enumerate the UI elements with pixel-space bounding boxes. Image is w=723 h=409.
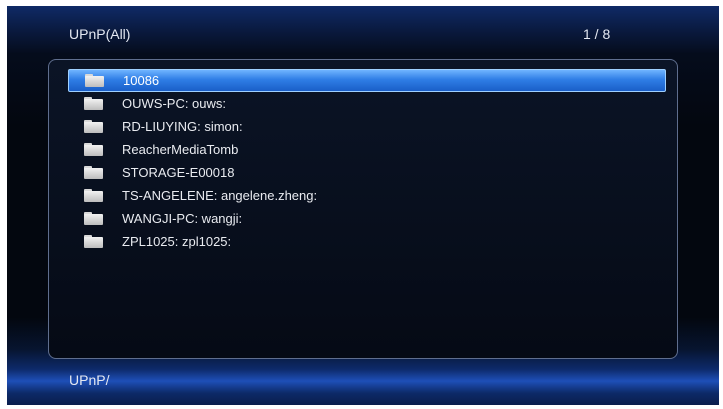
list-item-label: WANGJI-PC: wangji: — [122, 211, 243, 226]
page-title: UPnP(All) — [69, 26, 131, 42]
folder-icon — [84, 120, 103, 133]
current-path: UPnP/ — [69, 372, 110, 388]
list-item[interactable]: WANGJI-PC: wangji: — [68, 207, 666, 230]
file-list: 10086 OUWS-PC: ouws: RD-LIUYING: simon: … — [68, 69, 666, 253]
folder-icon — [84, 189, 103, 202]
list-item[interactable]: OUWS-PC: ouws: — [68, 92, 666, 115]
list-item[interactable]: STORAGE-E00018 — [68, 161, 666, 184]
list-item-label: 10086 — [123, 73, 160, 88]
list-item-label: STORAGE-E00018 — [122, 165, 235, 180]
list-item-selected[interactable]: 10086 — [68, 69, 666, 92]
file-list-panel: 10086 OUWS-PC: ouws: RD-LIUYING: simon: … — [48, 59, 678, 359]
list-item[interactable]: ZPL1025: zpl1025: — [68, 230, 666, 253]
list-item-label: ZPL1025: zpl1025: — [122, 234, 232, 249]
list-item-label: OUWS-PC: ouws: — [122, 96, 227, 111]
list-item-label: RD-LIUYING: simon: — [122, 119, 243, 134]
folder-icon — [84, 212, 103, 225]
folder-icon — [84, 97, 103, 110]
list-item-label: ReacherMediaTomb — [122, 142, 239, 157]
list-item[interactable]: TS-ANGELENE: angelene.zheng: — [68, 184, 666, 207]
list-item-label: TS-ANGELENE: angelene.zheng: — [122, 188, 318, 203]
list-item[interactable]: RD-LIUYING: simon: — [68, 115, 666, 138]
folder-icon — [84, 166, 103, 179]
folder-icon — [84, 143, 103, 156]
folder-icon — [84, 235, 103, 248]
folder-icon — [85, 74, 104, 87]
media-browser-screen: UPnP(All) 1 / 8 10086 OUWS-PC: ouws: RD-… — [7, 6, 719, 405]
page-counter: 1 / 8 — [583, 26, 611, 42]
list-item[interactable]: ReacherMediaTomb — [68, 138, 666, 161]
